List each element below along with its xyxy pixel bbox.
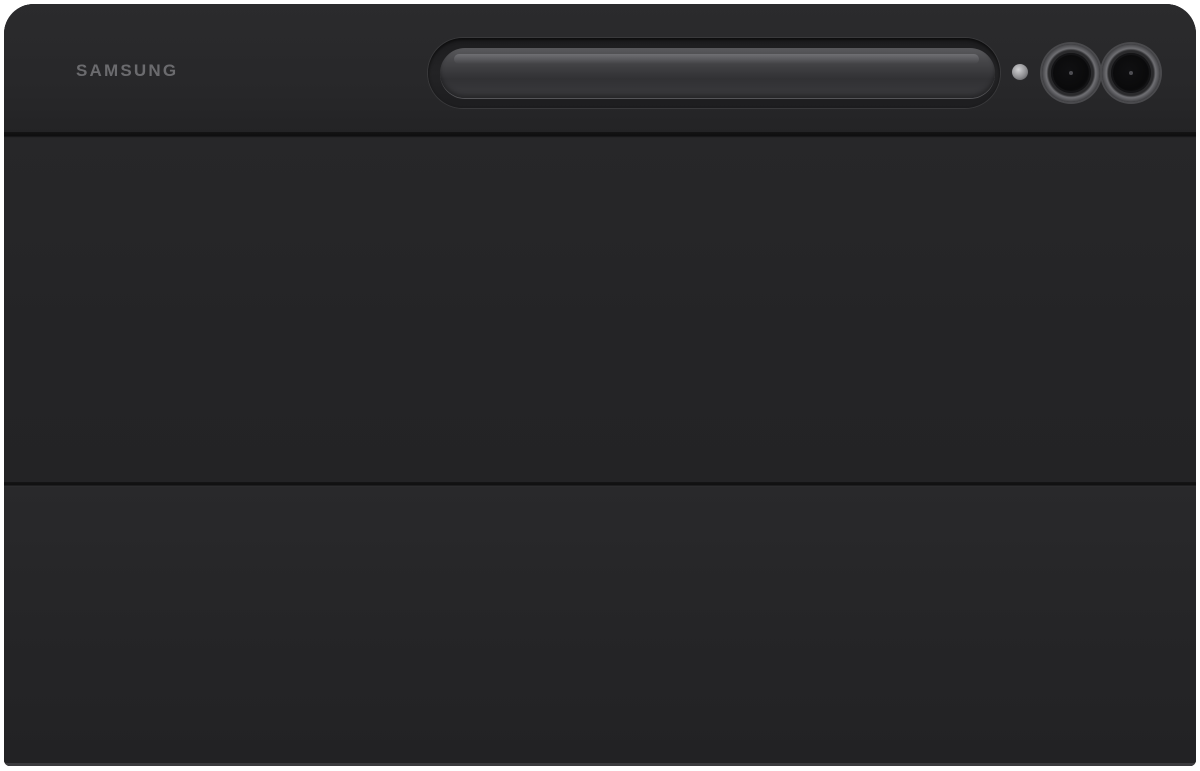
rear-camera-lens-icon — [1102, 44, 1160, 102]
cover-panel-lower — [4, 487, 1196, 766]
keyboard-cover-case: SAMSUNG — [4, 4, 1196, 766]
camera-flash-icon — [1012, 64, 1028, 80]
camera-lens-glass — [1111, 53, 1151, 93]
case-bottom-edge — [4, 763, 1196, 766]
cover-panel-upper — [4, 138, 1196, 482]
camera-lens-glass — [1051, 53, 1091, 93]
lens-center-dot — [1129, 71, 1133, 75]
s-pen-highlight — [454, 54, 979, 64]
brand-logo: SAMSUNG — [76, 61, 179, 80]
rear-camera-lens-icon — [1042, 44, 1100, 102]
lens-center-dot — [1069, 71, 1073, 75]
